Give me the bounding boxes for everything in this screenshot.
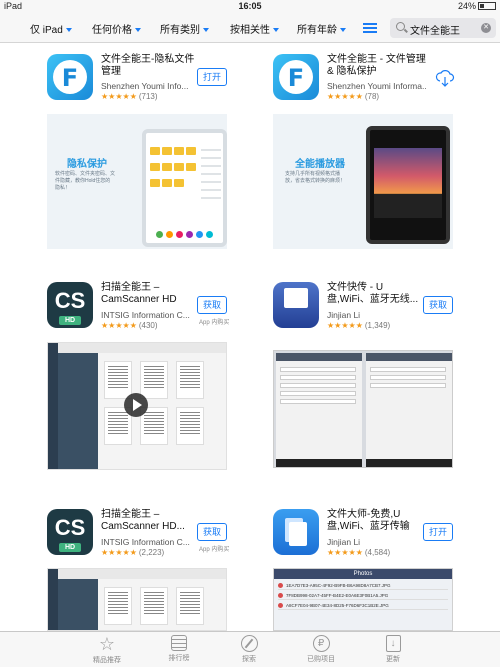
app-name[interactable]: 扫描全能王 – CamScanner HD... xyxy=(101,509,199,533)
search-field[interactable]: 文件全能王 ✕ xyxy=(390,18,496,38)
app-screenshot[interactable]: 全能播放器 支持几乎所有视频格式播放，省去格式转换的麻烦！ xyxy=(273,114,453,249)
app-rating: ★★★★★ (1,349) xyxy=(327,321,391,330)
app-icon[interactable]: CS HD xyxy=(47,282,93,328)
app-developer: INTSIG Information C... xyxy=(101,310,190,320)
app-screenshot[interactable]: 隐私保护 软件密码、文件夹密码、文件隐藏，教你Hold住您的隐私！ xyxy=(47,114,227,249)
app-icon[interactable] xyxy=(273,282,319,328)
app-name[interactable]: 文件大师-免费,U盘,WiFi、蓝牙传输 xyxy=(327,509,419,533)
app-name[interactable]: 文件全能王-隐私文件管理 xyxy=(101,54,197,78)
filter-price[interactable]: 任何价格 xyxy=(92,21,141,36)
tab-updates[interactable]: ↓ 更新 xyxy=(358,635,428,664)
app-rating: ★★★★★ (4,584) xyxy=(327,548,391,557)
open-button[interactable]: 打开 xyxy=(197,68,227,86)
tab-label: 已购项目 xyxy=(307,656,335,663)
app-developer: INTSIG Information C... xyxy=(101,537,190,547)
battery-indicator: 24% xyxy=(458,1,496,11)
filter-bar: 仅 iPad 任何价格 所有类别 按相关性 所有年龄 文件全能王 ✕ xyxy=(0,13,500,43)
search-input[interactable]: 文件全能王 xyxy=(410,22,460,37)
screenshot-header: Photos xyxy=(274,569,452,579)
tab-bar: ☆ 精品推荐 排行榜 探索 ₽ 已购项目 ↓ 更新 xyxy=(0,631,500,667)
search-icon xyxy=(396,22,405,31)
tab-top-charts[interactable]: 排行榜 xyxy=(144,635,214,663)
tab-featured[interactable]: ☆ 精品推荐 xyxy=(72,635,142,665)
get-button[interactable]: 获取 xyxy=(197,523,227,541)
app-name[interactable]: 扫描全能王 – CamScanner HD xyxy=(101,282,193,306)
in-app-purchase-label: App 内购买 xyxy=(199,320,230,326)
in-app-purchase-label: App 内购买 xyxy=(199,547,230,553)
tab-label: 更新 xyxy=(386,656,400,663)
get-button[interactable]: 获取 xyxy=(197,296,227,314)
get-button[interactable]: 获取 xyxy=(423,296,453,314)
app-icon[interactable]: CS HD xyxy=(47,509,93,555)
app-screenshot[interactable] xyxy=(273,350,453,468)
app-rating: ★★★★★ (430) xyxy=(101,321,158,330)
tablet-mockup xyxy=(366,126,450,244)
app-screenshot[interactable] xyxy=(47,568,227,631)
updates-icon: ↓ xyxy=(385,635,401,652)
screenshot-title: 隐私保护 xyxy=(67,159,107,170)
app-icon[interactable] xyxy=(47,54,93,100)
app-developer: Shenzhen Youmi Info... xyxy=(101,81,189,91)
filter-sort[interactable]: 按相关性 xyxy=(230,21,279,36)
chevron-down-icon xyxy=(340,28,346,32)
app-rating: ★★★★★ (2,223) xyxy=(101,548,165,557)
purchased-icon: ₽ xyxy=(312,635,330,652)
chevron-down-icon xyxy=(273,28,279,32)
battery-percent: 24% xyxy=(457,1,476,11)
star-icon: ☆ xyxy=(98,634,116,654)
screenshot-title: 全能播放器 xyxy=(295,159,345,170)
filter-category[interactable]: 所有类别 xyxy=(160,21,209,36)
tablet-mockup xyxy=(142,129,227,247)
app-icon[interactable] xyxy=(273,509,319,555)
app-rating: ★★★★★ (78) xyxy=(327,92,380,101)
tab-purchased[interactable]: ₽ 已购项目 xyxy=(286,635,356,664)
chevron-down-icon xyxy=(203,28,209,32)
app-name[interactable]: 文件全能王 - 文件管理 & 隐私保护 xyxy=(327,54,429,78)
tab-explore[interactable]: 探索 xyxy=(214,635,284,664)
app-developer: Jinjian Li xyxy=(327,537,361,547)
filter-device[interactable]: 仅 iPad xyxy=(30,21,72,36)
compass-icon xyxy=(240,635,258,652)
cloud-download-icon[interactable] xyxy=(435,68,455,88)
screenshot-caption: 支持几乎所有视频格式播放，省去格式转换的麻烦！ xyxy=(285,171,346,184)
chevron-down-icon xyxy=(65,28,72,32)
tab-label: 排行榜 xyxy=(168,655,190,662)
tab-label: 探索 xyxy=(242,656,256,663)
clear-icon[interactable]: ✕ xyxy=(481,23,491,33)
app-name[interactable]: 文件快传 - U盘,WiFi、蓝牙无线... xyxy=(327,282,419,306)
open-button[interactable]: 打开 xyxy=(423,523,453,541)
app-developer: Jinjian Li xyxy=(327,310,361,320)
list-view-icon[interactable] xyxy=(363,23,377,33)
tab-label: 精品推荐 xyxy=(93,657,121,664)
chevron-down-icon xyxy=(135,28,141,32)
app-developer: Shenzhen Youmi Informa... xyxy=(327,81,427,91)
app-screenshot[interactable] xyxy=(47,342,227,470)
filter-age[interactable]: 所有年龄 xyxy=(297,21,346,36)
status-bar: iPad 16:05 24% xyxy=(0,0,500,13)
screenshot-caption: 软件密码、文件夹密码、文件隐藏，教你Hold住您的隐私！ xyxy=(55,171,116,191)
app-icon[interactable] xyxy=(273,54,319,100)
list-icon xyxy=(171,635,187,651)
play-icon[interactable] xyxy=(124,393,148,417)
battery-icon xyxy=(478,2,496,10)
app-screenshot[interactable]: Photos 1EA7D7E3-A95C-4F92-B9FB-B6A98D8A7… xyxy=(273,568,453,631)
clock: 16:05 xyxy=(238,1,262,11)
app-rating: ★★★★★ (713) xyxy=(101,92,158,101)
